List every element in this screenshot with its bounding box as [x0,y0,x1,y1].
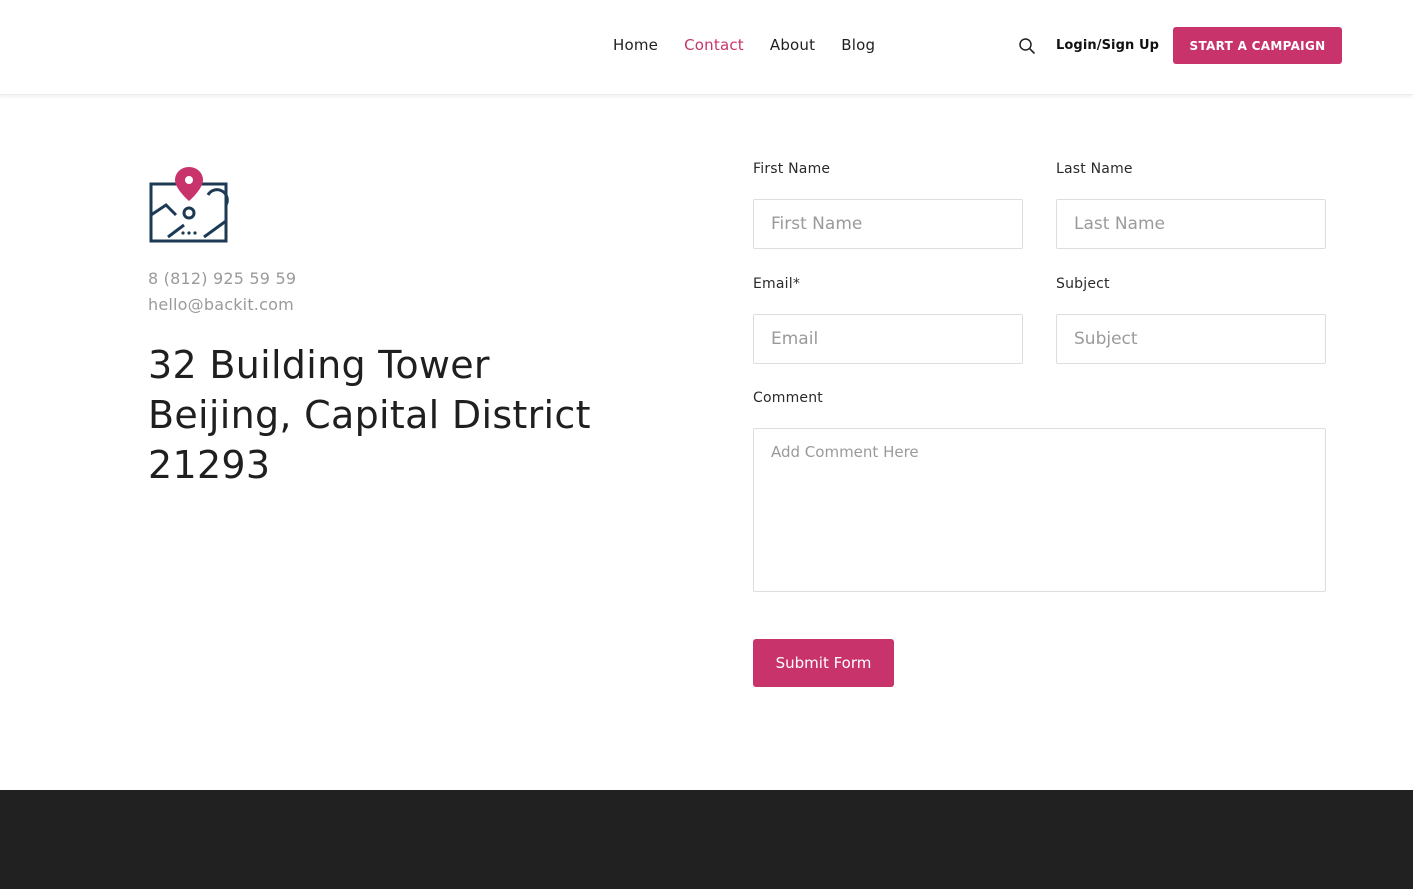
last-name-input[interactable] [1056,199,1326,249]
contact-phone: 8 (812) 925 59 59 [148,269,297,288]
subject-label: Subject [1056,276,1110,292]
nav-contact-link[interactable]: Contact [684,36,744,54]
site-header: Home Contact About Blog Login/Sign Up ST… [0,0,1413,95]
nav-about-link[interactable]: About [770,36,815,54]
main-nav: Home Contact About Blog [613,36,901,54]
last-name-label: Last Name [1056,161,1133,177]
first-name-label: First Name [753,161,831,177]
address-line: 21293 [148,443,271,487]
email-label: Email* [753,276,801,292]
address-line: 32 Building Tower [148,343,490,387]
submit-form-button[interactable]: Submit Form [753,639,894,687]
nav-home-link[interactable]: Home [613,36,658,54]
search-icon[interactable] [1018,37,1036,55]
map-pin-icon [149,167,229,243]
email-input[interactable] [753,314,1023,364]
site-footer [0,790,1413,889]
nav-blog-link[interactable]: Blog [841,36,875,54]
first-name-input[interactable] [753,199,1023,249]
comment-label: Comment [753,390,823,406]
contact-email-link[interactable]: hello@backit.com [148,295,294,314]
login-signup-link[interactable]: Login/Sign Up [1056,38,1159,53]
start-campaign-button[interactable]: START A CAMPAIGN [1173,27,1342,64]
subject-input[interactable] [1056,314,1326,364]
contact-address: 32 Building Tower Beijing, Capital Distr… [148,340,628,490]
comment-textarea[interactable] [753,428,1326,592]
address-line: Beijing, Capital District [148,393,591,437]
